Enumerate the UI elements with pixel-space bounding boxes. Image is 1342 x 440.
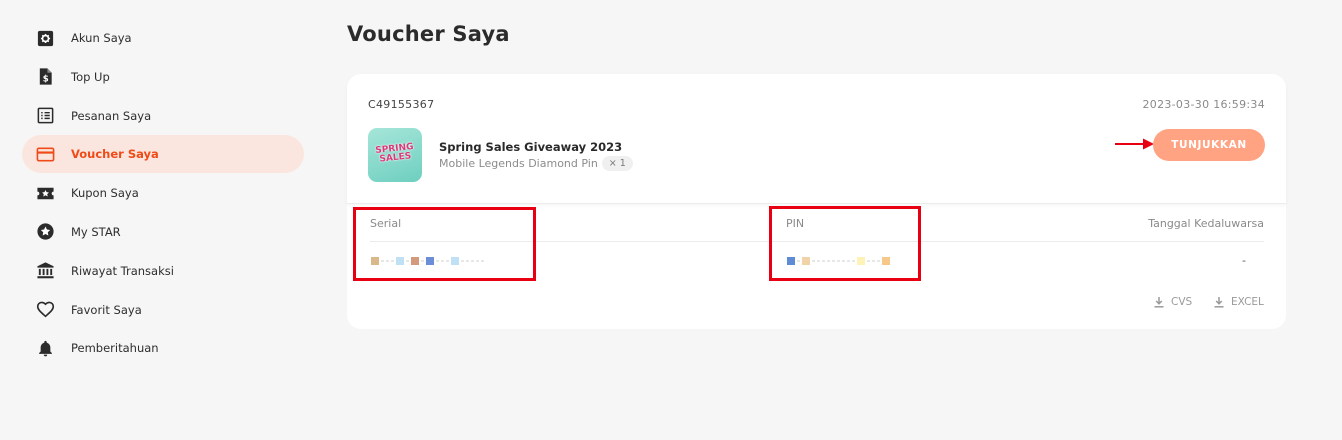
- svg-text:$: $: [42, 75, 48, 85]
- sidebar-item-label: Favorit Saya: [71, 302, 142, 317]
- order-id: C49155367: [368, 98, 435, 111]
- bell-icon: [35, 338, 55, 358]
- product-name: Spring Sales Giveaway 2023: [439, 140, 623, 154]
- sidebar: Akun Saya $ Top Up Pesanan Saya Voucher …: [22, 19, 312, 368]
- sidebar-item-kupon-saya[interactable]: Kupon Saya: [22, 174, 304, 212]
- column-header-expiry: Tanggal Kedaluwarsa: [1148, 217, 1264, 230]
- heart-icon: [35, 300, 55, 320]
- download-csv-label: CVS: [1171, 296, 1193, 308]
- sidebar-item-pemberitahuan[interactable]: Pemberitahuan: [22, 329, 304, 367]
- sidebar-item-label: Voucher Saya: [71, 147, 159, 162]
- sidebar-item-voucher-saya[interactable]: Voucher Saya: [22, 135, 304, 174]
- bank-icon: [35, 261, 55, 281]
- star-circle-icon: [35, 222, 55, 242]
- sidebar-item-riwayat-transaksi[interactable]: Riwayat Transaksi: [22, 252, 304, 290]
- download-csv-link[interactable]: CVS: [1153, 296, 1192, 308]
- download-excel-link[interactable]: EXCEL: [1213, 296, 1264, 308]
- quantity-badge: × 1: [601, 156, 633, 171]
- product-subtitle-row: Mobile Legends Diamond Pin × 1: [439, 156, 633, 171]
- dollar-document-icon: $: [35, 67, 55, 87]
- expiry-value: -: [1242, 254, 1246, 267]
- download-icon: [1214, 297, 1224, 308]
- product-subtitle: Mobile Legends Diamond Pin: [439, 157, 598, 170]
- sidebar-item-pesanan-saya[interactable]: Pesanan Saya: [22, 97, 304, 135]
- page-title: Voucher Saya: [347, 22, 510, 46]
- list-icon: [35, 106, 55, 126]
- pin-highlight-box: [769, 206, 921, 281]
- sidebar-item-label: My STAR: [71, 224, 121, 239]
- show-voucher-button[interactable]: TUNJUKKAN: [1153, 129, 1265, 161]
- sidebar-item-top-up[interactable]: $ Top Up: [22, 58, 304, 96]
- sidebar-item-my-star[interactable]: My STAR: [22, 213, 304, 251]
- order-date: 2023-03-30 16:59:34: [1142, 98, 1265, 111]
- coupon-star-icon: [35, 183, 55, 203]
- download-icon: [1154, 297, 1164, 308]
- red-arrow-annotation: [1115, 138, 1154, 150]
- serial-highlight-box: [353, 207, 536, 281]
- card-icon: [35, 144, 55, 164]
- sidebar-item-favorit-saya[interactable]: Favorit Saya: [22, 291, 304, 329]
- sidebar-item-label: Akun Saya: [71, 31, 132, 45]
- download-excel-label: EXCEL: [1231, 296, 1264, 308]
- sidebar-item-label: Pemberitahuan: [71, 341, 159, 356]
- sidebar-item-label: Top Up: [71, 69, 110, 84]
- product-thumbnail-logo: SPRING SALES: [374, 142, 415, 165]
- sidebar-item-label: Pesanan Saya: [71, 108, 152, 123]
- sidebar-item-label: Kupon Saya: [71, 186, 139, 201]
- sidebar-item-akun-saya[interactable]: Akun Saya: [22, 19, 304, 57]
- voucher-card: C49155367 2023-03-30 16:59:34 SPRING SAL…: [347, 74, 1286, 329]
- sidebar-item-label: Riwayat Transaksi: [71, 263, 174, 278]
- gear-icon: [35, 28, 55, 48]
- product-thumbnail: SPRING SALES: [368, 128, 422, 182]
